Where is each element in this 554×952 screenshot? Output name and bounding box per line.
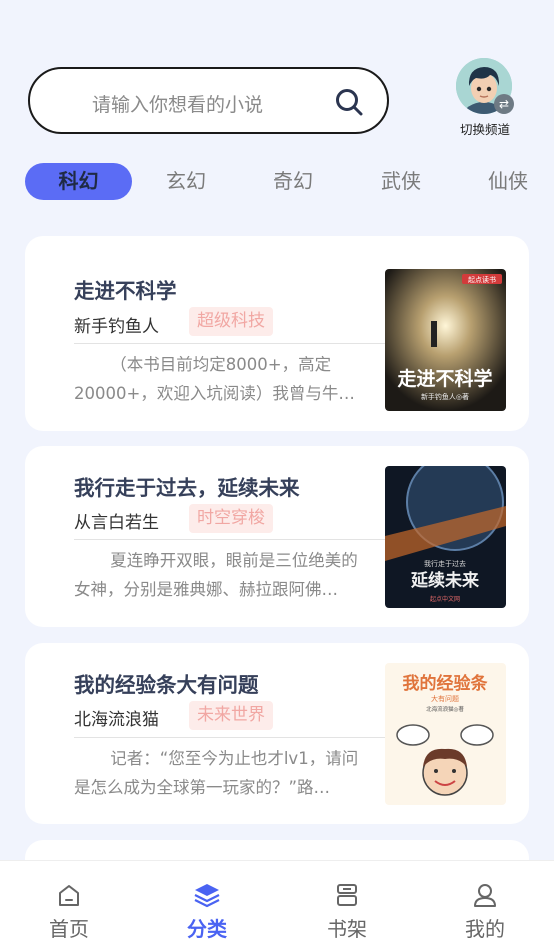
book-description: 记者：“您至今为止也才lv1，请问是怎么成为全球第一玩家的？”路… <box>74 749 359 797</box>
nav-label: 分类 <box>187 917 227 941</box>
switch-channel-label: 切换频道 <box>459 122 510 137</box>
cover-title: 延续未来 <box>410 570 480 591</box>
divider <box>74 737 385 738</box>
category-tabs: 科幻 玄幻 奇幻 武侠 仙侠 <box>0 163 554 201</box>
cover-author: 北海流浪猫◎著 <box>426 705 464 713</box>
book-description: 夏连睁开双眼，眼前是三位绝美的女神，分别是雅典娜、赫拉跟阿佛… <box>74 551 358 599</box>
nav-label: 首页 <box>49 917 89 941</box>
nav-category[interactable]: 分类 <box>162 861 252 952</box>
book-cover: 我的经验条 大有问题 北海流浪猫◎著 <box>385 663 506 805</box>
switch-channel-button[interactable]: ⇄ <box>456 58 514 116</box>
book-author: 北海流浪猫 <box>74 710 159 730</box>
cover-title: 我的经验条 <box>403 673 489 694</box>
nav-home[interactable]: 首页 <box>24 861 114 952</box>
search-icon[interactable] <box>335 88 363 116</box>
book-title: 走进不科学 <box>74 279 177 303</box>
nav-label: 书架 <box>327 917 367 941</box>
book-card[interactable]: 走进不科学 新手钓鱼人 超级科技 （本书目前均定8000+，高定20000+，欢… <box>25 236 529 431</box>
book-tag: 时空穿梭 <box>189 504 273 533</box>
swap-icon: ⇄ <box>494 94 514 114</box>
cover-publisher: 起点读书 <box>468 275 496 284</box>
tab-wuxia[interactable]: 武侠 <box>355 163 447 200</box>
divider <box>74 539 385 540</box>
book-description: （本书目前均定8000+，高定20000+，欢迎入坑阅读）我曾与牛… <box>74 355 355 403</box>
book-cover: 起点读书 走进不科学 新手钓鱼人◎著 <box>385 269 506 411</box>
book-tag: 未来世界 <box>189 701 273 730</box>
nav-label: 我的 <box>465 917 505 941</box>
cover-subtitle: 我行走于过去 <box>424 559 466 568</box>
home-icon <box>59 885 79 906</box>
search-input[interactable]: 请输入你想看的小说 <box>28 67 389 134</box>
search-placeholder: 请输入你想看的小说 <box>92 94 264 116</box>
cover-title: 走进不科学 <box>397 367 492 390</box>
category-layers-icon <box>194 884 220 908</box>
book-card[interactable]: 我行走于过去，延续未来 从言白若生 时空穿梭 夏连睁开双眼，眼前是三位绝美的女神… <box>25 446 529 627</box>
nav-bookshelf[interactable]: 书架 <box>302 861 392 952</box>
divider <box>74 343 385 344</box>
book-card[interactable]: 我的经验条大有问题 北海流浪猫 未来世界 记者：“您至今为止也才lv1，请问是怎… <box>25 643 529 824</box>
book-title: 我行走于过去，延续未来 <box>74 476 300 500</box>
tab-xuanhuan[interactable]: 玄幻 <box>140 163 232 200</box>
cover-publisher: 起点中文网 <box>430 595 460 603</box>
book-title: 我的经验条大有问题 <box>74 673 259 697</box>
book-author: 新手钓鱼人 <box>74 317 159 337</box>
nav-mine[interactable]: 我的 <box>440 861 530 952</box>
cover-author: 新手钓鱼人◎著 <box>421 392 469 401</box>
tab-xianxia[interactable]: 仙侠 <box>462 163 554 200</box>
user-icon <box>474 884 496 907</box>
bookshelf-icon <box>337 884 357 906</box>
book-cover: 我行走于过去 延续未来 起点中文网 <box>385 466 506 608</box>
tab-qihuan[interactable]: 奇幻 <box>247 163 339 200</box>
book-tag: 超级科技 <box>189 307 273 336</box>
book-author: 从言白若生 <box>74 513 159 533</box>
cover-subtitle: 大有问题 <box>431 694 459 703</box>
tab-kehuan[interactable]: 科幻 <box>25 163 132 200</box>
bottom-nav: 首页 分类 书架 我的 <box>0 860 554 952</box>
